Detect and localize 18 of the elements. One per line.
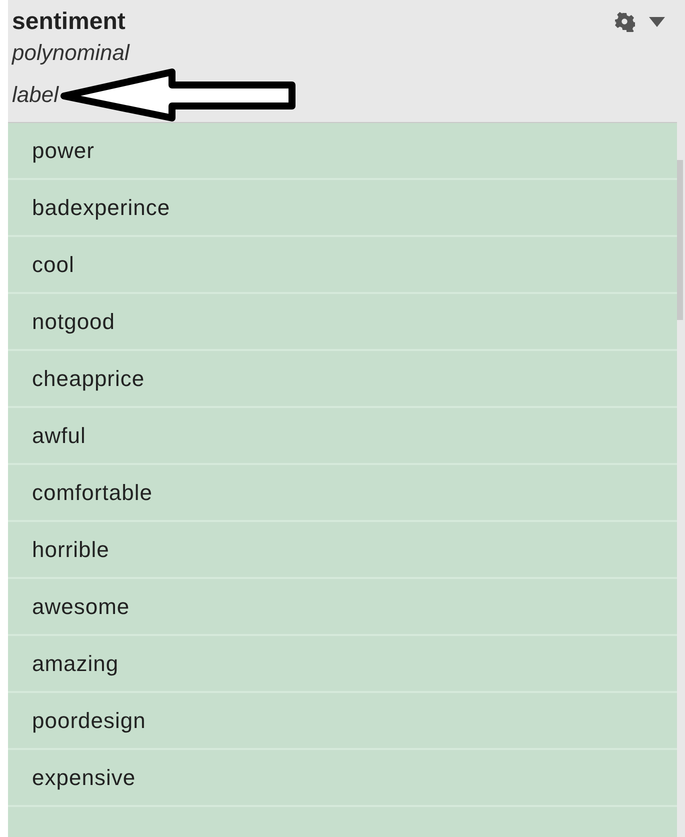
nominal-value: power (8, 123, 677, 180)
nominal-value: notgood (8, 294, 677, 351)
nominal-value: awful (8, 408, 677, 465)
nominal-value: poordesign (8, 693, 677, 750)
nominal-value: comfortable (8, 465, 677, 522)
attribute-name: sentiment (12, 8, 126, 36)
attribute-type: polynominal (12, 39, 131, 67)
dropdown-caret-icon[interactable] (649, 17, 665, 27)
scrollbar[interactable] (677, 0, 685, 837)
nominal-value: cool (8, 237, 677, 294)
nominal-value: horrible (8, 522, 677, 579)
nominal-value: badexperince (8, 180, 677, 237)
settings-icon[interactable] (615, 12, 635, 32)
nominal-value: awesome (8, 579, 677, 636)
nominal-value: amazing (8, 636, 677, 693)
nominal-value: expensive (8, 750, 677, 807)
attribute-role: label (12, 81, 58, 109)
nominal-value: cheapprice (8, 351, 677, 408)
